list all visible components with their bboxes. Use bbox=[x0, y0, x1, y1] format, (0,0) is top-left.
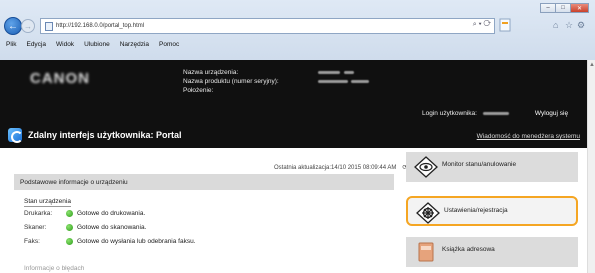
message-admin-link[interactable]: Wiadomość do menedżera systemu bbox=[477, 133, 580, 140]
maximize-button[interactable]: □ bbox=[555, 3, 570, 13]
redacted-username bbox=[482, 112, 509, 115]
device-status-heading: Stan urządzenia bbox=[24, 198, 71, 207]
redacted-value bbox=[351, 80, 369, 83]
brand-logo: CANON bbox=[30, 70, 90, 87]
login-info: Login użytkownika: Wyloguj się bbox=[422, 110, 568, 117]
device-name-row: Nazwa urządzenia: bbox=[183, 68, 369, 77]
menu-view[interactable]: Widok bbox=[56, 41, 74, 48]
settings-gear-icon bbox=[416, 202, 440, 224]
status-label: Skaner: bbox=[24, 223, 47, 231]
last-update: Ostatnia aktualizacja:14/10 2015 08:09:4… bbox=[274, 164, 407, 172]
settings-registration-button[interactable]: Ustawienia/rejestracja bbox=[406, 196, 578, 226]
redacted-value bbox=[318, 71, 340, 74]
logout-link[interactable]: Wyloguj się bbox=[535, 110, 568, 117]
product-name-label: Nazwa produktu (numer seryjny): bbox=[183, 78, 279, 85]
section-header: Podstawowe informacje o urządzeniu bbox=[14, 174, 394, 190]
status-monitor-button[interactable]: Monitor stanu/anulowanie bbox=[406, 152, 578, 182]
address-bar[interactable]: http://192.168.0.0/portal_top.html ⌕ ▾ ⟳ bbox=[40, 18, 495, 34]
status-value: Gotowe do drukowania. bbox=[77, 209, 146, 217]
scrollbar[interactable]: ▲ bbox=[587, 60, 595, 273]
status-ok-icon bbox=[66, 237, 73, 245]
page-icon bbox=[45, 21, 53, 31]
status-ok-icon bbox=[66, 209, 73, 217]
portal-title-row: Zdalny interfejs użytkownika: Portal bbox=[8, 128, 182, 143]
menu-tools[interactable]: Narzędzia bbox=[120, 41, 149, 48]
close-button[interactable]: ✕ bbox=[570, 3, 589, 13]
device-name-label: Nazwa urządzenia: bbox=[183, 69, 239, 76]
menu-edit[interactable]: Edycja bbox=[26, 41, 46, 48]
favorites-icon[interactable]: ☆ bbox=[565, 20, 573, 31]
redacted-value bbox=[344, 71, 354, 74]
location-label: Położenie: bbox=[183, 87, 214, 94]
status-label: Faks: bbox=[24, 237, 40, 245]
device-info: Nazwa urządzenia: Nazwa produktu (numer … bbox=[183, 68, 369, 95]
status-ok-icon bbox=[66, 223, 73, 231]
portal-icon bbox=[8, 128, 23, 143]
menu-favorites[interactable]: Ulubione bbox=[84, 41, 110, 48]
portal-title: Zdalny interfejs użytkownika: Portal bbox=[28, 130, 182, 140]
status-label: Drukarka: bbox=[24, 209, 53, 217]
menu-bar: Plik Edycja Widok Ulubione Narzędzia Pom… bbox=[0, 38, 595, 50]
scroll-up-icon[interactable]: ▲ bbox=[589, 62, 595, 68]
new-tab-icon[interactable] bbox=[499, 18, 511, 32]
eye-monitor-icon bbox=[414, 156, 438, 178]
minimize-button[interactable]: – bbox=[540, 3, 555, 13]
address-tools[interactable]: ⌕ ▾ ⟳ bbox=[473, 21, 491, 29]
status-value: Gotowe do wysłania lub odebrania faksu. bbox=[77, 237, 196, 245]
location-row: Położenie: bbox=[183, 86, 369, 95]
home-icon[interactable]: ⌂ bbox=[553, 20, 558, 30]
browser-chrome: – □ ✕ ← → http://192.168.0.0/portal_top.… bbox=[0, 0, 595, 60]
window-controls: – □ ✕ bbox=[540, 3, 589, 13]
address-book-button[interactable]: Książka adresowa bbox=[406, 237, 578, 267]
status-monitor-label: Monitor stanu/anulowanie bbox=[442, 161, 517, 168]
redacted-value bbox=[318, 80, 348, 83]
error-info-heading: Informacje o błędach bbox=[24, 265, 85, 272]
portal-header: CANON Nazwa urządzenia: Nazwa produktu (… bbox=[0, 60, 587, 148]
settings-registration-label: Ustawienia/rejestracja bbox=[444, 207, 508, 214]
product-name-row: Nazwa produktu (numer seryjny): bbox=[183, 77, 369, 86]
last-update-text: Ostatnia aktualizacja:14/10 2015 08:09:4… bbox=[274, 164, 397, 171]
status-row-scanner: Skaner: Gotowe do skanowania. bbox=[24, 222, 146, 232]
login-label: Login użytkownika: bbox=[422, 110, 477, 117]
address-url: http://192.168.0.0/portal_top.html bbox=[56, 23, 145, 29]
status-row-fax: Faks: Gotowe do wysłania lub odebrania f… bbox=[24, 236, 196, 246]
back-button[interactable]: ← bbox=[4, 17, 22, 35]
settings-gear-icon[interactable]: ⚙ bbox=[577, 20, 585, 31]
menu-file[interactable]: Plik bbox=[6, 41, 16, 48]
address-book-icon bbox=[418, 242, 434, 262]
forward-button[interactable]: → bbox=[21, 19, 35, 33]
menu-help[interactable]: Pomoc bbox=[159, 41, 179, 48]
status-value: Gotowe do skanowania. bbox=[77, 223, 147, 231]
status-row-printer: Drukarka: Gotowe do drukowania. bbox=[24, 208, 145, 218]
address-book-label: Książka adresowa bbox=[442, 246, 495, 253]
navigation-bar: ← → http://192.168.0.0/portal_top.html ⌕… bbox=[4, 17, 591, 35]
